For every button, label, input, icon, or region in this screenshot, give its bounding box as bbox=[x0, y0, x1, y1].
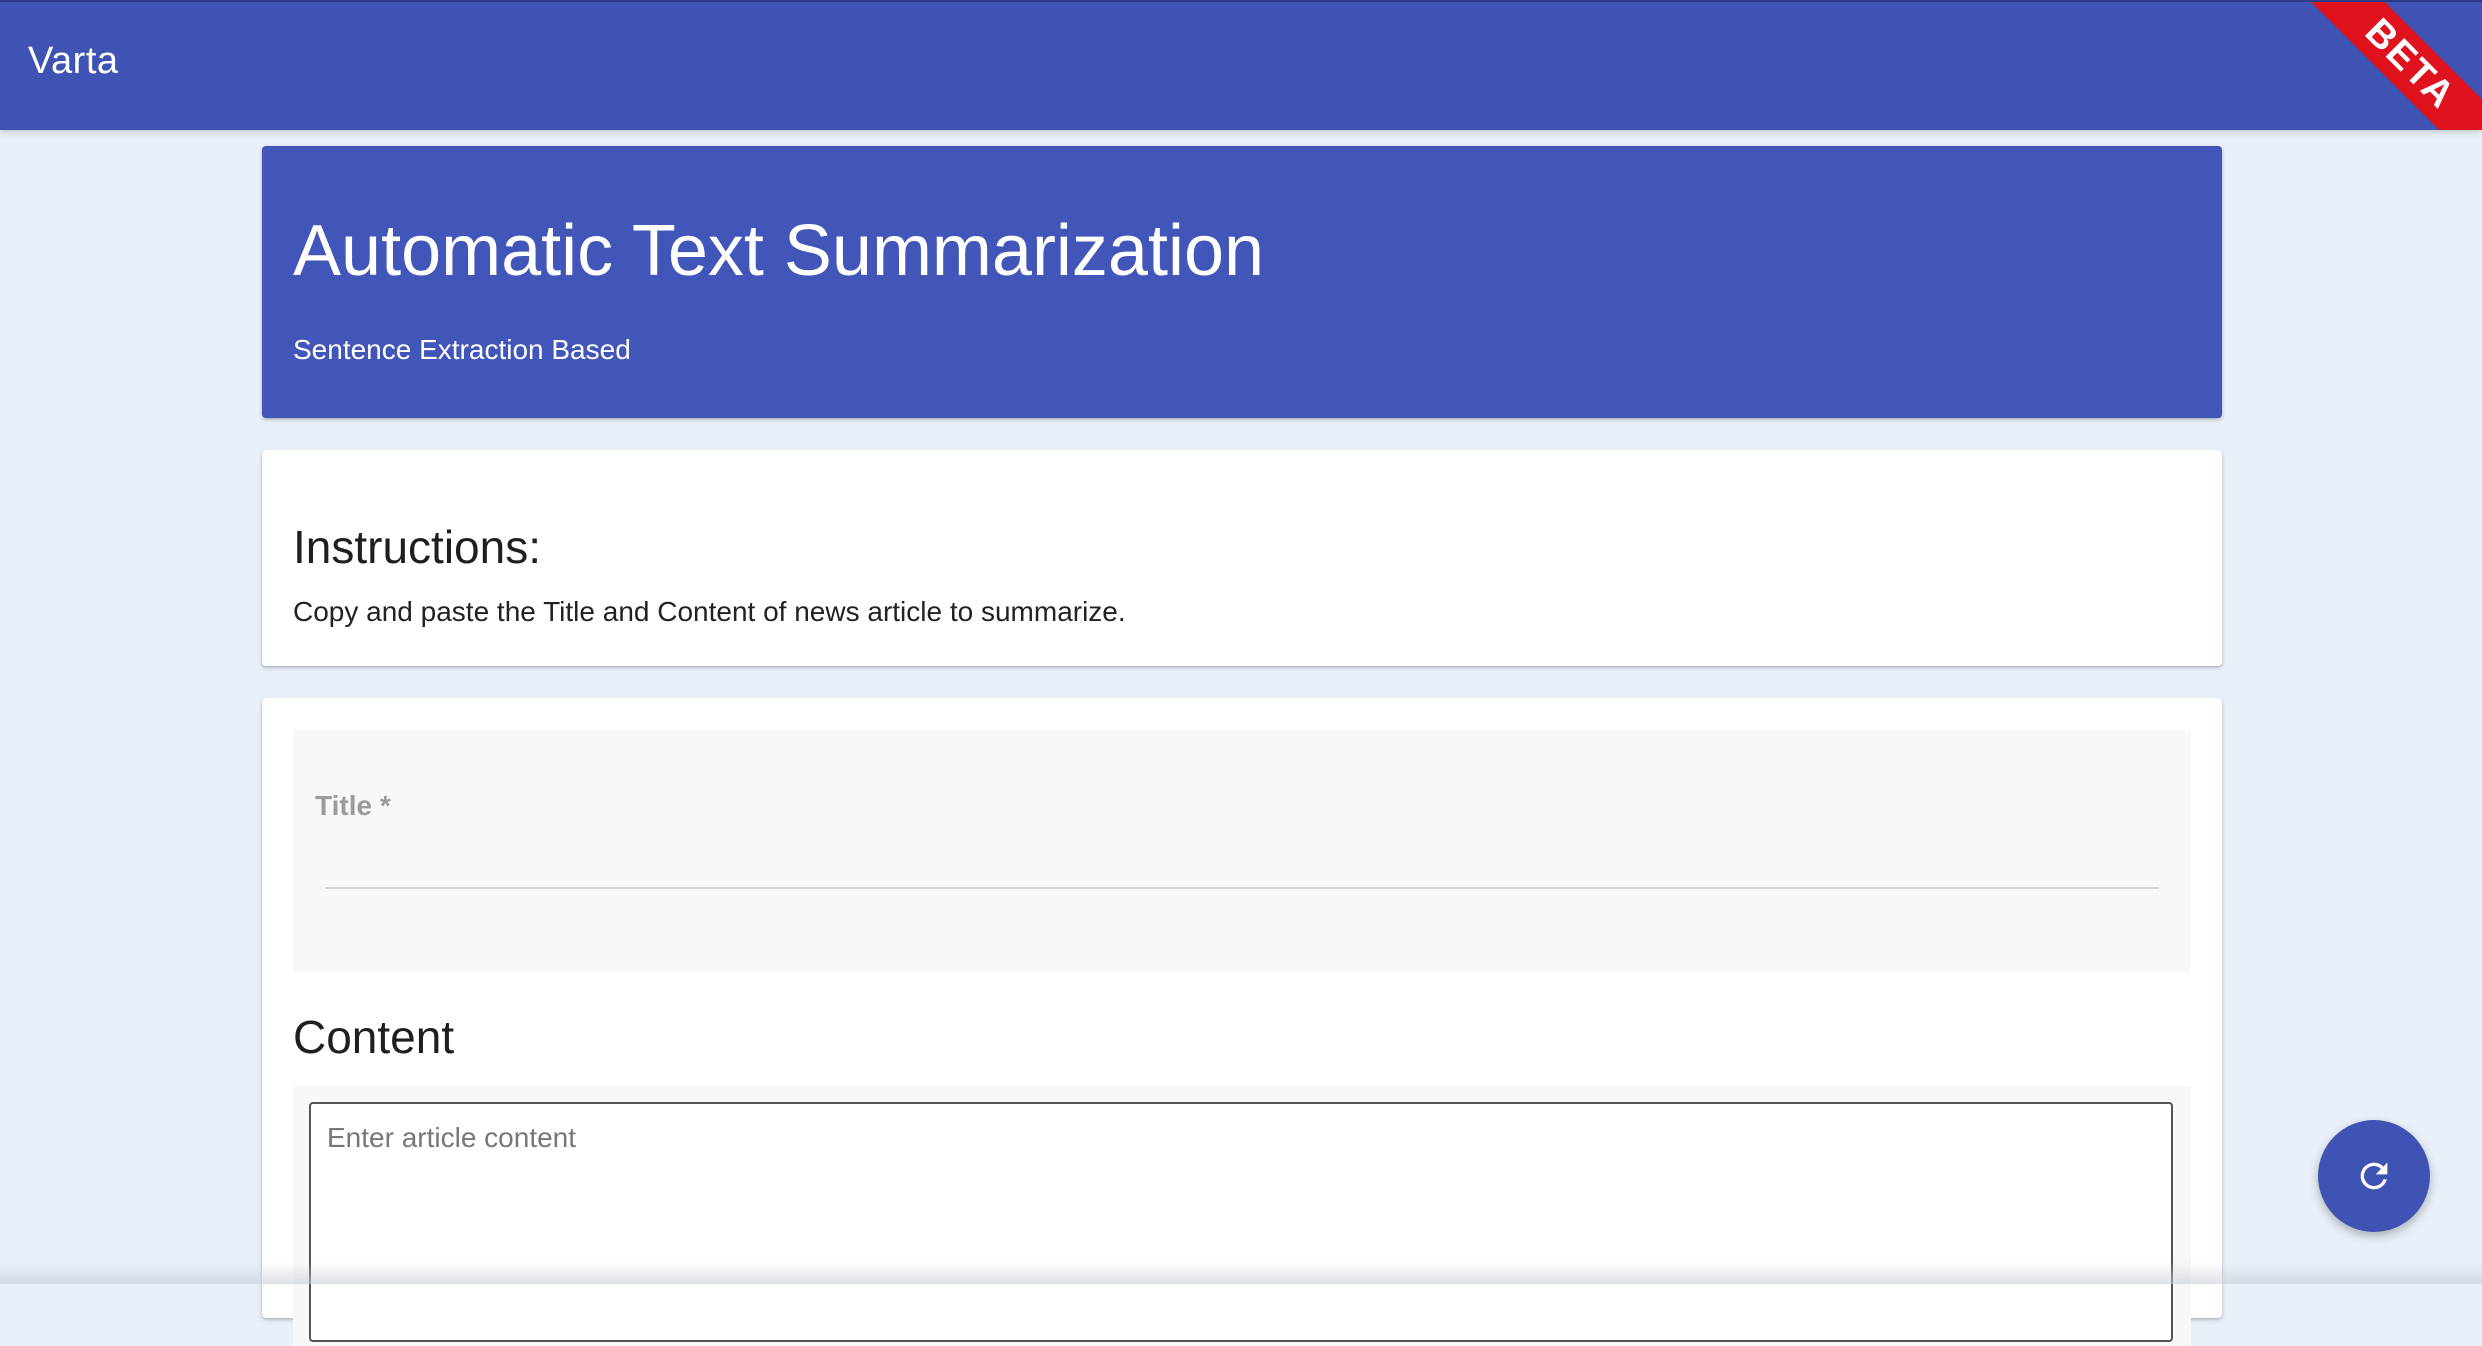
instructions-text: Copy and paste the Title and Content of … bbox=[293, 596, 1126, 627]
content-textarea[interactable] bbox=[309, 1102, 2173, 1342]
instructions-card: Instructions: Copy and paste the Title a… bbox=[262, 450, 2222, 666]
refresh-icon bbox=[2360, 1162, 2388, 1190]
summarize-form-card: Title * Content bbox=[262, 698, 2222, 1346]
top-app-bar: Varta BETA bbox=[0, 0, 2482, 130]
title-input[interactable] bbox=[325, 810, 2161, 852]
title-field[interactable]: Title * bbox=[293, 730, 2191, 972]
refresh-button[interactable] bbox=[2318, 1120, 2430, 1232]
app-brand[interactable]: Varta bbox=[28, 40, 119, 83]
title-underline bbox=[325, 887, 2159, 889]
page-subtitle: Sentence Extraction Based bbox=[293, 334, 631, 365]
instructions-heading: Instructions: bbox=[293, 521, 541, 573]
content-field bbox=[293, 1086, 2191, 1346]
hero-card: Automatic Text Summarization Sentence Ex… bbox=[262, 146, 2222, 418]
content-heading: Content bbox=[293, 1011, 455, 1063]
page-title: Automatic Text Summarization bbox=[293, 211, 1265, 291]
beta-ribbon: BETA bbox=[2299, 2, 2482, 130]
